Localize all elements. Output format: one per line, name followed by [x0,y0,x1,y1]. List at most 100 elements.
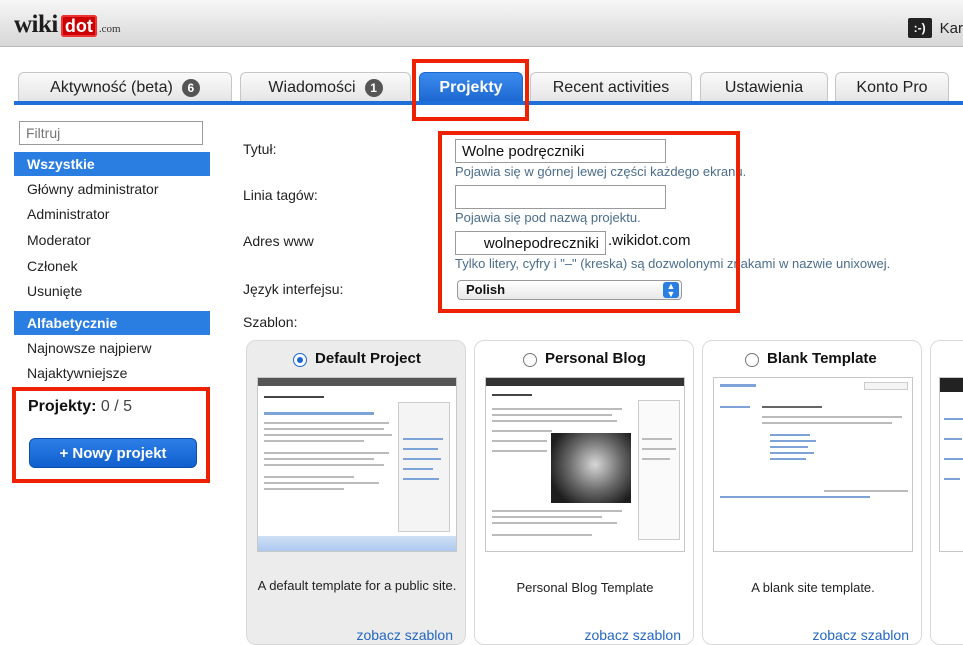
logo-wiki-text: wiki [14,11,58,38]
preview-line [770,434,810,436]
tab-konto-pro[interactable]: Konto Pro [835,72,949,103]
sidebar-item-najnowsze[interactable]: Najnowsze najpierw [14,336,210,360]
preview-line [642,448,676,450]
preview-line [264,464,384,466]
preview-line [642,438,672,440]
preview-footer [258,536,456,551]
preview-line [264,482,379,484]
preview-bar [486,378,684,386]
tagline-hint: Pojawia się pod nazwą projektu. [455,210,641,225]
preview-line [264,476,354,478]
preview-line [642,458,670,460]
tab-label: Ustawienia [724,79,804,96]
top-bar: wiki dot .com :-) Kar [0,0,963,47]
preview-line [720,406,750,408]
preview-line [492,510,622,512]
tagline-input[interactable] [455,185,666,209]
tab-recent-activities[interactable]: Recent activities [530,72,692,103]
projects-count-value: 0 / 5 [100,398,133,415]
preview-line [403,478,439,480]
view-template-link[interactable]: zobacz szablon [356,627,453,643]
tab-ustawienia[interactable]: Ustawienia [700,72,828,103]
preview-line [944,438,962,440]
preview-search [864,382,908,390]
sidebar-item-usuniete[interactable]: Usunięte [14,279,210,303]
sidebar-item-wszystkie[interactable]: Wszystkie [14,152,210,176]
title-input[interactable] [455,139,666,163]
preview-line [944,458,963,460]
preview-line [762,422,892,424]
template-card-blog[interactable]: Personal Blog Personal Blog Template zob… [474,340,694,645]
template-name: Personal Blog [545,350,646,367]
preview-line [762,406,822,408]
url-suffix: .wikidot.com [608,232,691,249]
tab-wiadomosci[interactable]: Wiadomości 1 [240,72,411,103]
wikidot-logo[interactable]: wiki dot .com [14,11,121,37]
preview-line [762,416,902,418]
tab-underline [14,101,963,105]
preview-line [492,430,552,432]
url-input[interactable] [455,231,606,255]
template-preview-image [713,377,913,552]
sidebar-item-administrator[interactable]: Administrator [14,202,210,226]
radio-icon[interactable] [293,353,307,367]
preview-line [403,448,438,450]
url-label: Adres www [243,233,314,249]
preview-line [492,440,547,442]
template-description: A blank site template. [751,580,875,595]
language-select[interactable]: Polish ▲ ▼ [457,280,682,300]
user-menu[interactable]: :-) Kar [907,18,963,38]
template-name: Blank Template [767,350,877,367]
radio-icon[interactable] [745,353,759,367]
preview-line [770,458,806,460]
preview-line [403,458,441,460]
template-card-blank[interactable]: Blank Template A blank site template. zo… [702,340,922,645]
preview-line [492,522,617,524]
sidebar-item-moderator[interactable]: Moderator [14,228,210,252]
template-description: A default template for a public site. [257,578,457,593]
tab-aktywnosc[interactable]: Aktywność (beta) 6 [18,72,232,103]
template-card-more[interactable] [930,340,963,645]
sidebar-item-najaktywniejsze[interactable]: Najaktywniejsze [14,361,210,385]
preview-bar [940,378,963,392]
new-project-button[interactable]: + Nowy projekt [29,438,197,468]
preview-sidebar [638,400,680,540]
preview-line [264,412,374,415]
sidebar-item-czlonek[interactable]: Członek [14,254,210,278]
language-select-value: Polish [466,282,506,297]
preview-line [403,438,443,440]
tab-label: Konto Pro [856,79,928,96]
preview-line [264,428,384,430]
preview-line [492,516,602,518]
sidebar-item-glowny-administrator[interactable]: Główny administrator [14,177,210,201]
preview-line [492,534,592,536]
select-arrow-icon: ▲ ▼ [663,282,679,299]
tagline-label: Linia tagów: [243,187,318,203]
user-name[interactable]: Kar [940,20,963,37]
tab-label: Recent activities [552,79,670,96]
template-card-default[interactable]: Default Project A default template for a… [246,340,466,645]
preview-line [403,468,433,470]
title-label: Tytuł: [243,141,277,157]
view-template-link[interactable]: zobacz szablon [584,627,681,643]
preview-line [720,496,870,498]
filter-input[interactable] [19,121,203,145]
radio-icon[interactable] [523,353,537,367]
template-name: Default Project [315,350,421,367]
logo-dot-text: dot [60,15,97,37]
preview-line [824,490,908,492]
projects-count: Projekty: 0 / 5 [28,398,132,416]
preview-line [770,446,808,448]
preview-line [770,452,814,454]
preview-line [264,422,389,424]
logo-com-text: .com [98,23,121,35]
notification-badge: 6 [181,79,200,97]
tab-label: Projekty [439,79,503,96]
tab-projekty[interactable]: Projekty [419,72,523,103]
preview-line [492,408,622,410]
sidebar-item-alfabetycznie[interactable]: Alfabetycznie [14,311,210,335]
preview-line [492,414,612,416]
view-template-link[interactable]: zobacz szablon [812,627,909,643]
preview-line [944,418,963,420]
preview-cat-photo [551,433,631,503]
